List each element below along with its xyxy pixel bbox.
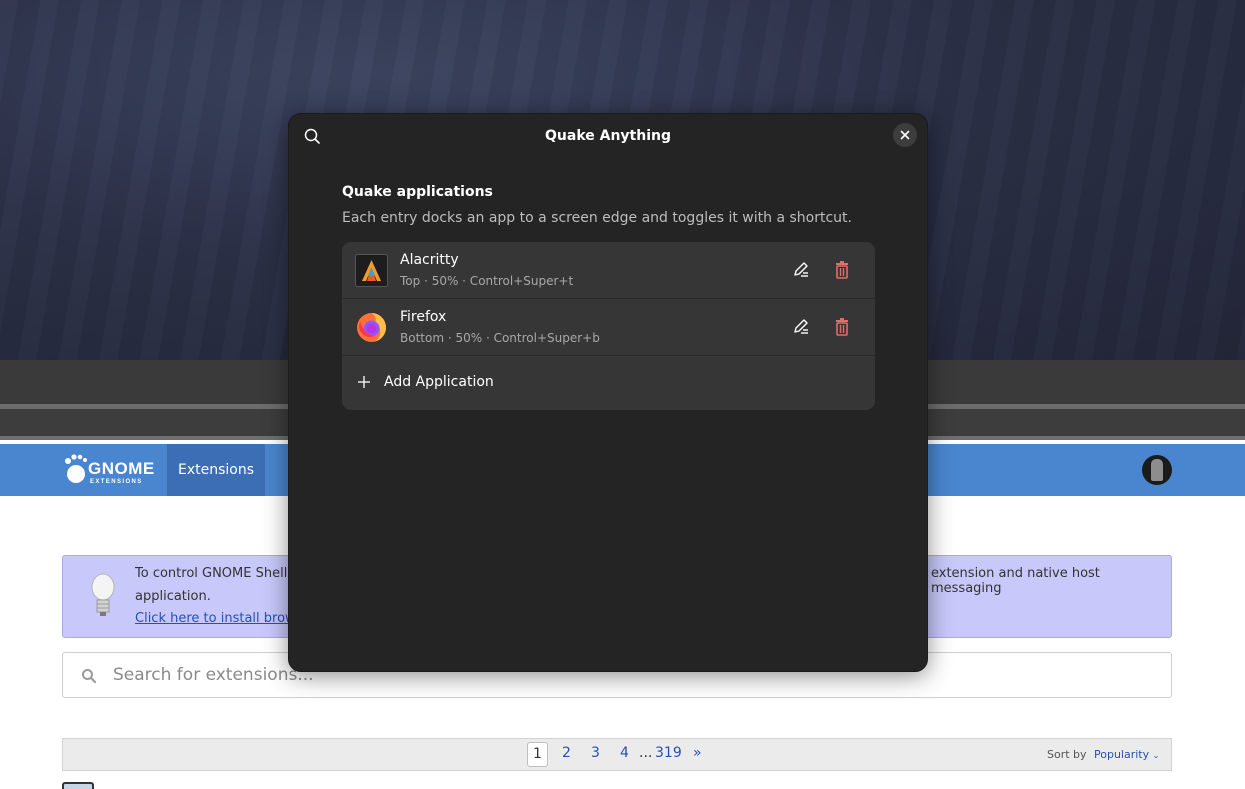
logo-wordmark: GNOME: [88, 459, 155, 478]
edit-icon[interactable]: [791, 260, 811, 280]
chevron-down-icon: ⌄: [1152, 751, 1160, 760]
firefox-icon: [357, 313, 386, 342]
logo-subtitle: EXTENSIONS: [90, 479, 143, 485]
add-application-label: Add Application: [384, 374, 494, 390]
gnome-extensions-logo[interactable]: GNOME EXTENSIONS: [62, 453, 155, 487]
app-row-alacritty[interactable]: Alacritty Top · 50% · Control+Super+t: [342, 242, 875, 299]
add-application-button[interactable]: Add Application: [342, 356, 875, 410]
app-name: Firefox: [400, 309, 447, 325]
sort-label: Sort by: [1047, 748, 1087, 761]
sort-value: Popularity: [1094, 748, 1150, 761]
search-icon: [82, 669, 97, 684]
app-name: Alacritty: [400, 252, 459, 268]
sort-dropdown[interactable]: Popularity ⌄: [1094, 748, 1159, 761]
page-link[interactable]: 3: [591, 745, 600, 761]
pagination-bar: 1 2 3 4 ... 319 » Sort by Popularity ⌄: [62, 738, 1172, 771]
nav-extensions-link[interactable]: Extensions: [167, 444, 265, 496]
alert-text-line1: To control GNOME Shell: [135, 566, 288, 581]
plus-icon: [358, 376, 370, 388]
group-description: Each entry docks an app to a screen edge…: [342, 210, 852, 226]
close-button[interactable]: [893, 123, 917, 147]
page-link[interactable]: 2: [562, 745, 571, 761]
app-meta: Bottom · 50% · Control+Super+b: [400, 331, 600, 345]
page-next-link[interactable]: »: [693, 745, 702, 761]
close-icon: [900, 130, 910, 140]
edit-icon[interactable]: [791, 317, 811, 337]
delete-icon[interactable]: [832, 260, 852, 280]
dialog-title: Quake Anything: [545, 128, 671, 144]
alert-text-line1-end: extension and native host messaging: [931, 566, 1100, 596]
group-title: Quake applications: [342, 184, 493, 200]
app-row-firefox[interactable]: Firefox Bottom · 50% · Control+Super+b: [342, 299, 875, 356]
alacritty-icon: [355, 254, 388, 287]
lightbulb-icon: [91, 573, 115, 616]
delete-icon[interactable]: [832, 317, 852, 337]
install-integration-link[interactable]: Click here to install brow: [135, 611, 296, 626]
quake-app-list: Alacritty Top · 50% · Control+Super+t Fi…: [342, 242, 875, 410]
page-link[interactable]: 4: [620, 745, 629, 761]
extension-row-partial: [62, 782, 94, 789]
user-avatar[interactable]: [1142, 455, 1172, 485]
page-link-last[interactable]: 319: [655, 745, 682, 761]
page-link-current[interactable]: 1: [527, 742, 548, 767]
page-ellipsis: ...: [639, 745, 653, 761]
alert-text-line2: application.: [135, 589, 211, 604]
quake-anything-dialog: Quake Anything Quake applications Each e…: [288, 113, 928, 672]
app-meta: Top · 50% · Control+Super+t: [400, 274, 574, 288]
